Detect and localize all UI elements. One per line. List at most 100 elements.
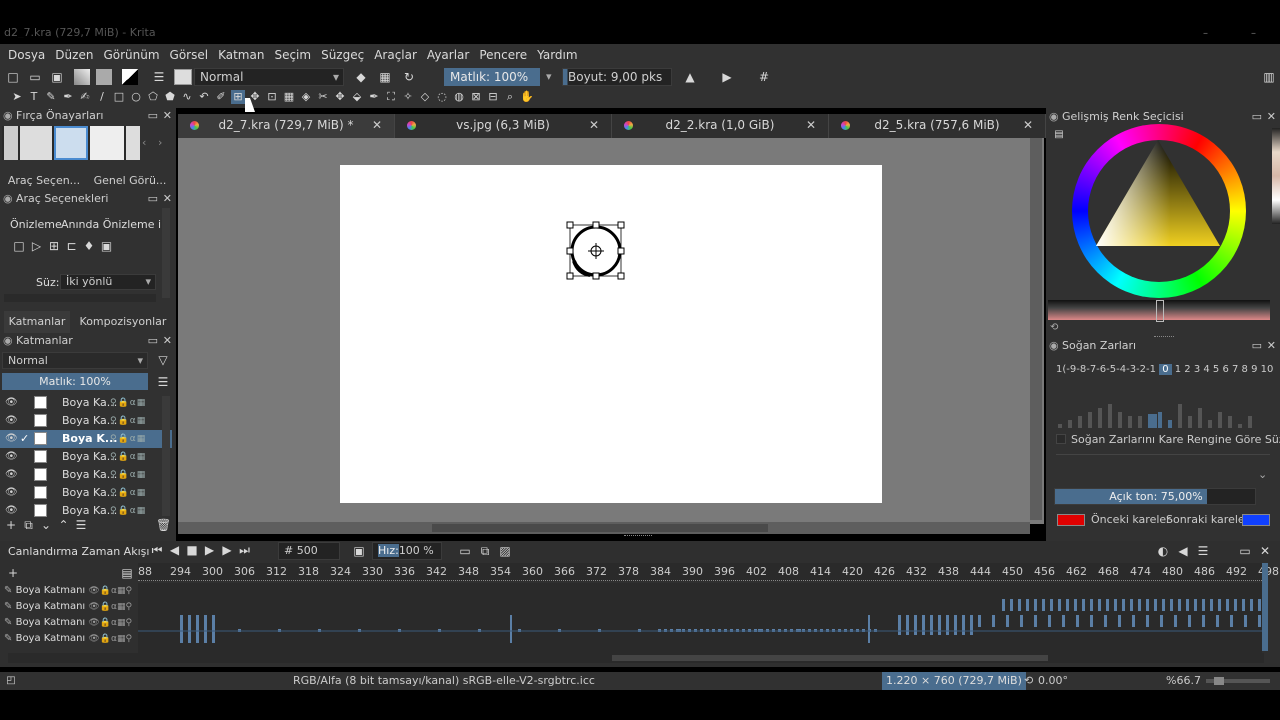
menu-item-5[interactable]: Seçim: [274, 48, 311, 62]
horizontal-scrollbar[interactable]: [4, 294, 156, 302]
onion-opacity-bar[interactable]: [1208, 420, 1212, 428]
save-icon[interactable]: ▣: [50, 70, 64, 84]
new-document-icon[interactable]: □: [6, 70, 20, 84]
brush-preset-item[interactable]: [90, 126, 124, 160]
brush-size-slider[interactable]: Boyut: 9,00 pks: [562, 68, 672, 86]
tool-icon-28[interactable]: ⊟: [486, 90, 500, 104]
tab-overview[interactable]: Genel Görü...: [88, 170, 172, 192]
tool-icon-8[interactable]: ⬠: [146, 90, 160, 104]
layers-scrollbar[interactable]: [162, 396, 170, 516]
rotation-value[interactable]: 0.00°: [1038, 672, 1068, 690]
tool-icon-24[interactable]: ◇: [418, 90, 432, 104]
workspace-icon[interactable]: ▥: [1262, 70, 1276, 84]
tool-icon-11[interactable]: ↶: [197, 90, 211, 104]
color-settings-icon[interactable]: ▤: [1052, 128, 1066, 142]
layer-flags-icon[interactable]: ⚲🔒α▦: [110, 466, 146, 484]
layer-opacity-slider[interactable]: Matlık: 100%: [2, 373, 148, 390]
menu-item-6[interactable]: Süzgeç: [321, 48, 364, 62]
liquify-icon[interactable]: ♦: [82, 239, 96, 253]
tool-icon-13[interactable]: ⊞: [231, 90, 245, 104]
canvas-horizontal-scrollbar[interactable]: [178, 522, 1030, 534]
onion-tone-slider[interactable]: Açık ton: 75,00%: [1054, 488, 1256, 505]
warp-icon[interactable]: ⊞: [47, 239, 61, 253]
visibility-icon[interactable]: 👁: [5, 412, 18, 430]
float-icon[interactable]: ▭: [1238, 544, 1252, 558]
opacity-slider[interactable]: Matlık: 100%: [444, 68, 540, 86]
zoom-value[interactable]: %66.7: [1166, 672, 1201, 690]
blend-mode-select[interactable]: Normal ▾: [194, 68, 344, 86]
brush-preset-item[interactable]: [126, 126, 140, 160]
layer-flags-icon[interactable]: ⚲🔒α▦: [110, 502, 146, 518]
tool-icon-9[interactable]: ⬟: [163, 90, 177, 104]
layer-flags-icon[interactable]: ⚲🔒α▦: [110, 430, 146, 448]
onion-opacity-bar[interactable]: [1138, 416, 1142, 428]
layer-row[interactable]: 👁 Boya Ka... ⚲🔒α▦: [0, 412, 172, 430]
tool-icon-5[interactable]: /: [95, 90, 109, 104]
menu-item-8[interactable]: Ayarlar: [427, 48, 469, 62]
float-icon[interactable]: ▭: [1252, 338, 1262, 354]
onion-opacity-bar[interactable]: [1188, 416, 1192, 428]
tool-icon-15[interactable]: ⊡: [265, 90, 279, 104]
filter-icon[interactable]: ▽: [156, 353, 170, 367]
frame-number-field[interactable]: # 500: [278, 542, 340, 560]
selection-display-icon[interactable]: ◰: [4, 674, 18, 688]
onion-opacity-bar[interactable]: [1108, 404, 1112, 428]
menu-item-2[interactable]: Görünüm: [103, 48, 159, 62]
tool-icon-27[interactable]: ⊠: [469, 90, 483, 104]
onion-opacity-bar[interactable]: [1088, 412, 1092, 428]
onion-skin-toggle-icon[interactable]: ◐: [1156, 544, 1170, 558]
menu-item-3[interactable]: Görsel: [170, 48, 209, 62]
open-icon[interactable]: ▭: [28, 70, 42, 84]
filter-select[interactable]: İki yönlü ▾: [60, 274, 156, 290]
properties-icon[interactable]: ☰: [74, 518, 88, 532]
next-frames-color[interactable]: [1242, 514, 1270, 526]
layer-flags-icon[interactable]: ⚲🔒α▦: [110, 484, 146, 502]
tool-icon-17[interactable]: ◈: [299, 90, 313, 104]
visibility-icon[interactable]: 👁: [5, 484, 18, 502]
first-frame-icon[interactable]: ⏮: [150, 543, 164, 557]
chevron-down-icon[interactable]: ⌄: [1258, 468, 1267, 481]
stop-icon[interactable]: ■: [185, 543, 199, 557]
saturation-value-triangle[interactable]: [1094, 138, 1224, 250]
tool-icon-30[interactable]: ✋: [520, 90, 534, 104]
menu-item-10[interactable]: Yardım: [537, 48, 577, 62]
close-icon[interactable]: ✕: [1267, 109, 1276, 125]
tool-icon-12[interactable]: ✐: [214, 90, 228, 104]
tool-icon-26[interactable]: ◍: [452, 90, 466, 104]
onion-opacity-bar[interactable]: [1238, 424, 1242, 428]
onion-opacity-bar[interactable]: [1148, 414, 1157, 428]
close-icon[interactable]: ✕: [163, 108, 172, 124]
previous-frames-color[interactable]: [1057, 514, 1085, 526]
layer-row[interactable]: 👁 ✓ Boya K... ⚲🔒α▦: [0, 430, 172, 448]
track-area[interactable]: [138, 583, 1262, 653]
onion-opacity-bar[interactable]: [1178, 404, 1182, 428]
layer-row[interactable]: 👁 Boya Ka... ⚲🔒α▦: [0, 448, 172, 466]
canvas-vertical-scrollbar[interactable]: [1030, 138, 1042, 520]
layer-row[interactable]: 👁 Boya Ka... ⚲🔒α▦: [0, 484, 172, 502]
tool-icon-3[interactable]: ✒: [61, 90, 75, 104]
menu-item-4[interactable]: Katman: [218, 48, 264, 62]
reload-preset-icon[interactable]: ↻: [402, 70, 416, 84]
tab-tool-options[interactable]: Araç Seçen...: [4, 170, 84, 192]
mirror-horizontal-icon[interactable]: ▲: [683, 70, 697, 84]
splitter-handle[interactable]: [624, 535, 652, 539]
layer-row[interactable]: 👁 Boya Ka... ⚲🔒α▦: [0, 394, 172, 412]
chevron-down-icon[interactable]: ▾: [546, 70, 552, 83]
close-tab-icon[interactable]: ✕: [806, 114, 816, 136]
brush-settings-icon[interactable]: ☰: [152, 70, 166, 84]
onion-opacity-bar[interactable]: [1218, 412, 1222, 428]
visibility-icon[interactable]: 👁: [5, 502, 18, 518]
layer-row[interactable]: 👁 Boya Ka... ⚲🔒α▦: [0, 502, 172, 518]
onion-opacity-bar[interactable]: [1158, 412, 1162, 428]
onion-opacity-bar[interactable]: [1098, 408, 1102, 428]
tool-icon-25[interactable]: ◌: [435, 90, 449, 104]
brush-preset-item[interactable]: [4, 126, 18, 160]
onion-filter-checkbox[interactable]: [1056, 434, 1066, 444]
onion-opacity-bar[interactable]: [1128, 416, 1132, 428]
tool-icon-23[interactable]: ✧: [401, 90, 415, 104]
tool-icon-1[interactable]: T: [27, 90, 41, 104]
playhead[interactable]: [1262, 563, 1268, 651]
track-flags-icon[interactable]: 👁🔒α▦⚲: [88, 586, 132, 596]
duplicate-layer-icon[interactable]: ⧉: [22, 518, 36, 532]
next-frame-icon[interactable]: ▶: [220, 543, 234, 557]
